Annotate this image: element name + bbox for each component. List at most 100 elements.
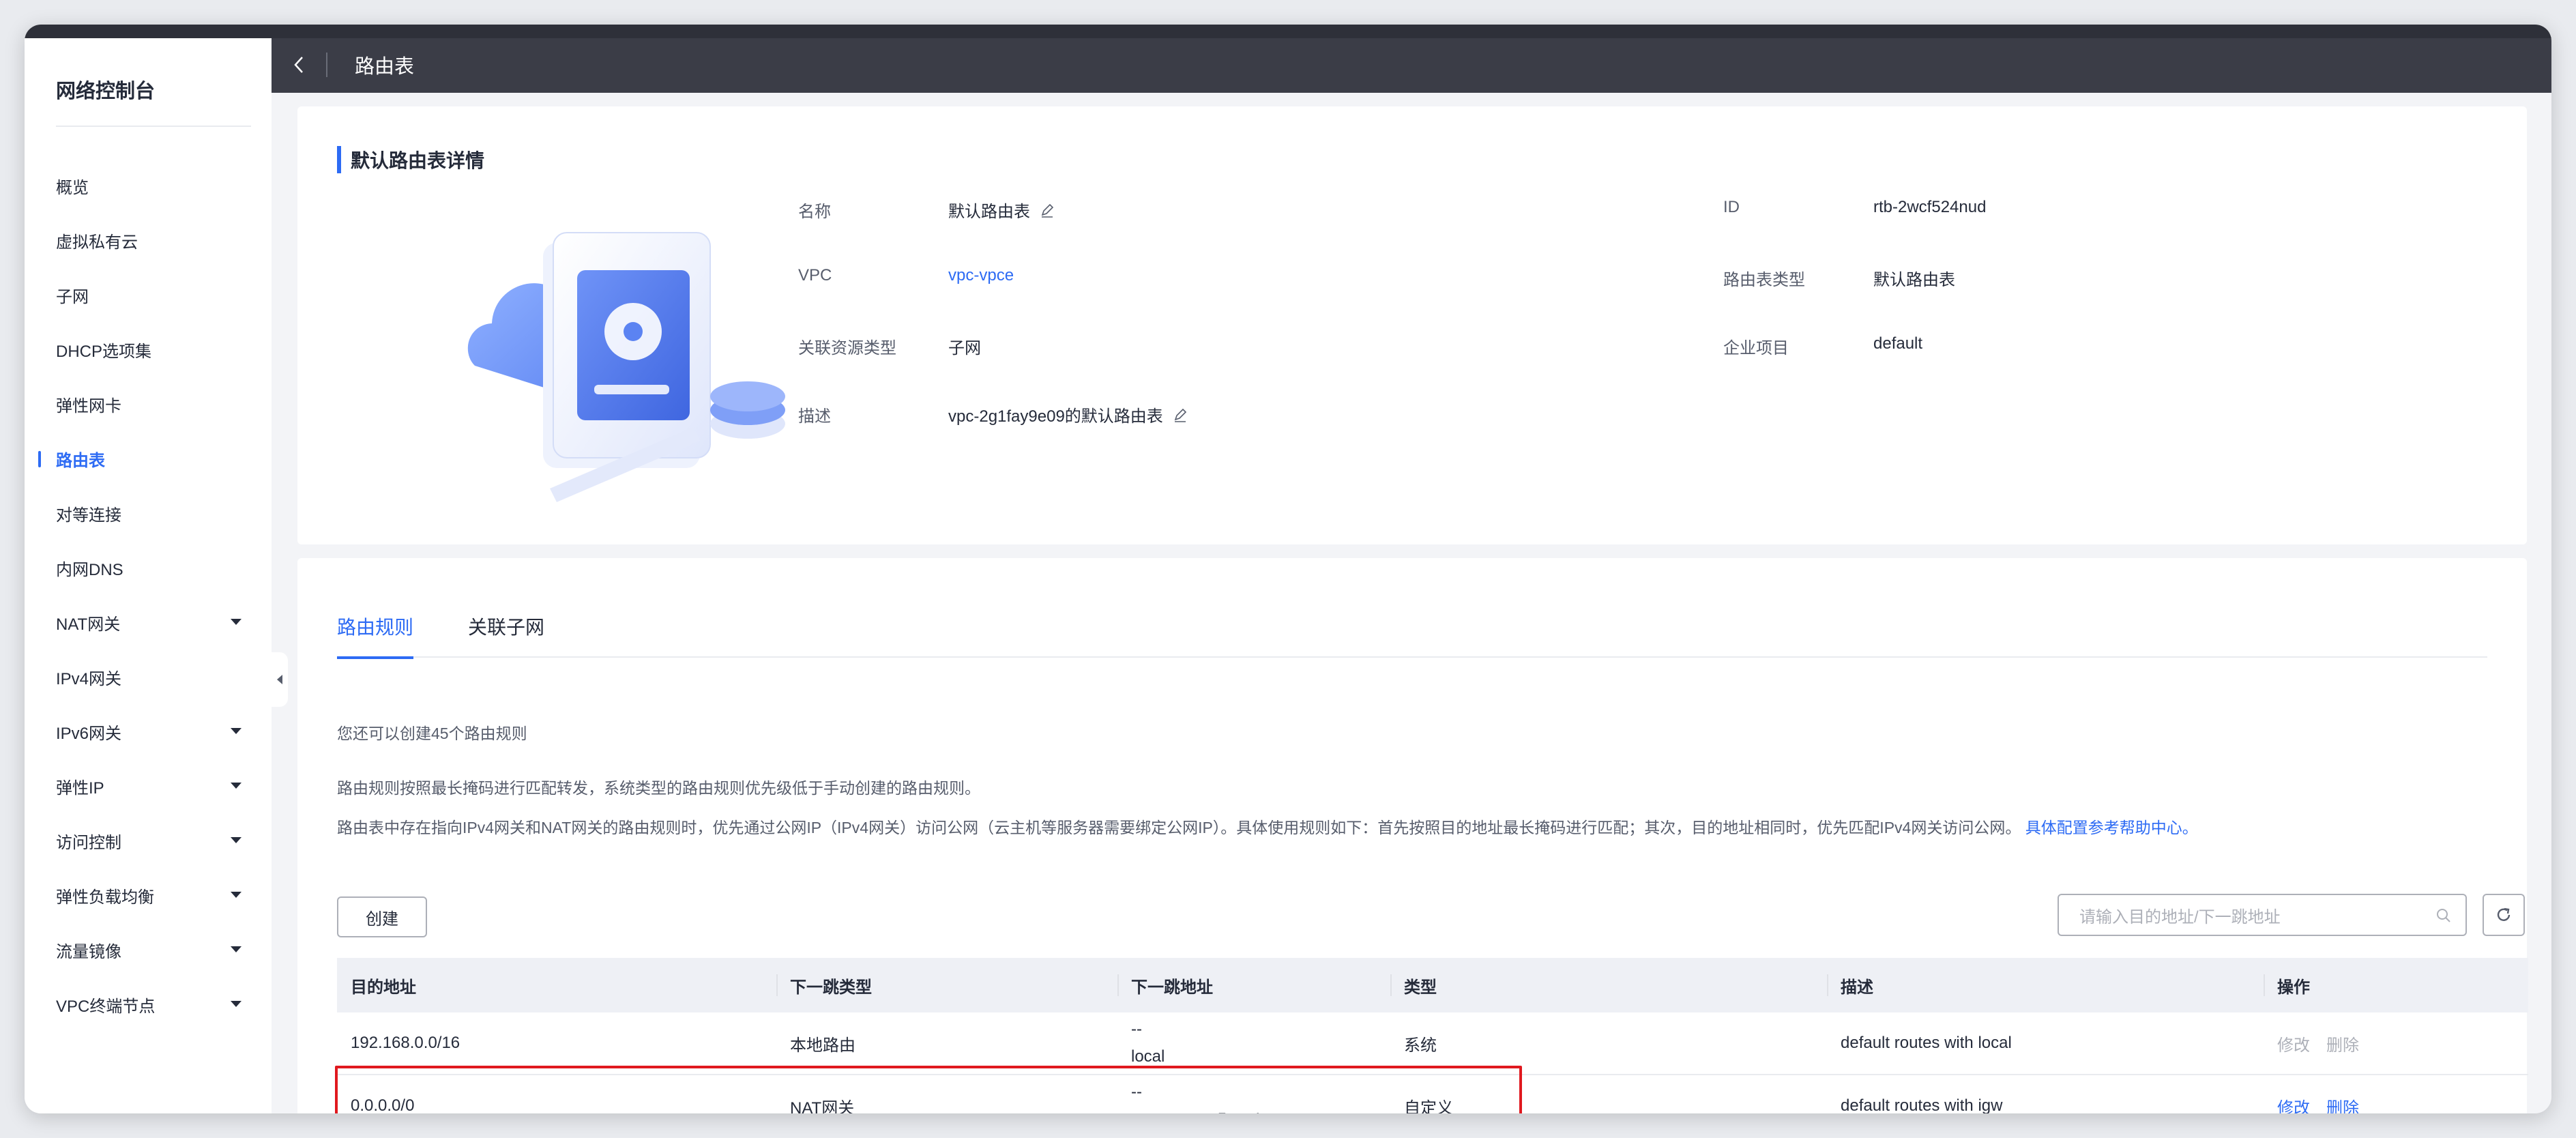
header-operations: 操作 bbox=[2264, 958, 2528, 1012]
enterprise-project-label: 企业项目 bbox=[1723, 339, 1789, 358]
header-next-hop-address: 下一跳地址 bbox=[1117, 958, 1390, 1012]
sidebar-title: 网络控制台 bbox=[56, 81, 156, 102]
topbar-separator bbox=[326, 53, 327, 77]
header-next-hop-type: 下一跳类型 bbox=[776, 958, 1117, 1012]
sidebar-item-8[interactable]: NAT网关 bbox=[25, 595, 272, 650]
route-table-illustration bbox=[467, 232, 785, 502]
help-center-link[interactable]: 具体配置参考帮助中心。 bbox=[2025, 819, 2198, 836]
sidebar-item-2[interactable]: 子网 bbox=[25, 267, 272, 322]
cell-next-hop-address: -- local bbox=[1117, 1012, 1390, 1074]
sidebar-item-label: IPv4网关 bbox=[56, 669, 122, 688]
id-value: rtb-2wcf524nud bbox=[1873, 198, 1987, 216]
caret-down-icon bbox=[231, 728, 241, 734]
route-table-details-card: 默认路由表详情 名称 默认路由表 ID rtb-2wcf524nud VPC v… bbox=[297, 106, 2527, 544]
resource-type-label: 关联资源类型 bbox=[798, 339, 896, 358]
rule-hint-2-text: 路由表中存在指向IPv4网关和NAT网关的路由规则时，优先通过公网IP（IPv4… bbox=[337, 819, 2021, 836]
cell-type: 系统 bbox=[1404, 1036, 1437, 1055]
tab-associated-subnets[interactable]: 关联子网 bbox=[468, 613, 544, 658]
page-title: 路由表 bbox=[355, 56, 415, 78]
vpc-label: VPC bbox=[798, 266, 832, 284]
name-text: 默认路由表 bbox=[948, 203, 1030, 221]
sidebar-item-0[interactable]: 概览 bbox=[25, 158, 272, 213]
rule-hint-2: 路由表中存在指向IPv4网关和NAT网关的路由规则时，优先通过公网IP（IPv4… bbox=[337, 815, 2198, 838]
name-value: 默认路由表 bbox=[948, 198, 1055, 222]
route-table-type-value: 默认路由表 bbox=[1873, 271, 1955, 289]
create-button[interactable]: 创建 bbox=[337, 896, 427, 937]
sidebar-item-label: 内网DNS bbox=[56, 560, 123, 579]
table-header: 目的地址 下一跳类型 下一跳地址 类型 描述 操作 bbox=[337, 958, 2528, 1012]
description-text: vpc-2g1fay9e09的默认路由表 bbox=[948, 407, 1163, 426]
sidebar-item-1[interactable]: 虚拟私有云 bbox=[25, 213, 272, 267]
edit-icon[interactable] bbox=[1040, 203, 1055, 218]
sidebar-item-label: 流量镜像 bbox=[56, 942, 121, 961]
sidebar-item-3[interactable]: DHCP选项集 bbox=[25, 322, 272, 377]
sidebar-item-label: NAT网关 bbox=[56, 615, 121, 634]
sidebar-item-13[interactable]: 弹性负载均衡 bbox=[25, 868, 272, 922]
sidebar-item-14[interactable]: 流量镜像 bbox=[25, 922, 272, 977]
edit-link[interactable]: 修改 bbox=[2277, 1094, 2310, 1114]
cell-description: default routes with local bbox=[1841, 1034, 2012, 1052]
search-input[interactable]: 请输入目的地址/下一跳地址 bbox=[2058, 894, 2467, 936]
vpc-value: vpc-vpce bbox=[948, 266, 1014, 285]
sidebar-nav: 概览虚拟私有云 子网 DHCP选项集弹性网卡路由表对等连接内网DNS NAT网关 IPv… bbox=[25, 158, 272, 1032]
refresh-button[interactable] bbox=[2483, 894, 2525, 936]
quota-hint: 您还可以创建45个路由规则 bbox=[337, 725, 527, 742]
sidebar-item-10[interactable]: IPv6网关 bbox=[25, 704, 272, 759]
sidebar: 网络控制台 概览虚拟私有云 子网 DHCP选项集弹性网卡路由表对等连接内网DNS NA… bbox=[25, 37, 272, 1113]
sidebar-item-label: VPC终端节点 bbox=[56, 997, 156, 1016]
search-placeholder: 请输入目的地址/下一跳地址 bbox=[2079, 907, 2281, 927]
cell-description: default routes with igw bbox=[1841, 1096, 2003, 1113]
description-value: vpc-2g1fay9e09的默认路由表 bbox=[948, 403, 1188, 426]
next-hop-address-top: -- bbox=[1131, 1020, 1142, 1038]
enterprise-project-value: default bbox=[1873, 334, 1923, 353]
description-label: 描述 bbox=[798, 407, 831, 426]
delete-link[interactable]: 删除 bbox=[2326, 1094, 2359, 1114]
chevron-left-icon bbox=[294, 57, 303, 73]
name-label: 名称 bbox=[798, 203, 831, 221]
refresh-icon bbox=[2497, 907, 2511, 921]
sidebar-item-11[interactable]: 弹性IP bbox=[25, 759, 272, 813]
sidebar-item-label: 弹性网卡 bbox=[56, 396, 121, 415]
sidebar-item-label: 对等连接 bbox=[56, 506, 121, 525]
route-table-type-label: 路由表类型 bbox=[1723, 271, 1805, 289]
vpc-link[interactable]: vpc-vpce bbox=[948, 266, 1014, 285]
tab-route-rules[interactable]: 路由规则 bbox=[337, 613, 414, 659]
sidebar-item-label: IPv6网关 bbox=[56, 724, 122, 743]
cell-operations: 修改 删除 bbox=[2264, 1075, 2528, 1114]
tab-bar: 路由规则 关联子网 bbox=[337, 613, 2487, 659]
search-icon[interactable] bbox=[2435, 907, 2452, 924]
caret-down-icon bbox=[231, 619, 241, 625]
sidebar-item-9[interactable]: IPv4网关 bbox=[25, 650, 272, 704]
resource-type-value: 子网 bbox=[948, 339, 981, 358]
edit-link[interactable]: 修改 bbox=[2277, 1032, 2310, 1055]
sidebar-item-5[interactable]: 路由表 bbox=[25, 431, 272, 486]
caret-down-icon bbox=[231, 946, 241, 952]
cell-destination: 192.168.0.0/16 bbox=[351, 1034, 460, 1052]
rule-hint-1: 路由规则按照最长掩码进行匹配转发，系统类型的路由规则优先级低于手动创建的路由规则… bbox=[337, 779, 980, 797]
caret-down-icon bbox=[231, 783, 241, 789]
sidebar-item-label: 路由表 bbox=[56, 451, 105, 470]
header-destination: 目的地址 bbox=[351, 978, 416, 997]
highlight-box bbox=[335, 1066, 1522, 1113]
header-type: 类型 bbox=[1390, 958, 1827, 1012]
sidebar-item-label: 概览 bbox=[56, 178, 89, 197]
sidebar-item-4[interactable]: 弹性网卡 bbox=[25, 377, 272, 431]
caret-down-icon bbox=[231, 892, 241, 898]
caret-down-icon bbox=[231, 1001, 241, 1007]
caret-down-icon bbox=[231, 837, 241, 843]
back-button[interactable] bbox=[272, 37, 326, 93]
sidebar-item-7[interactable]: 内网DNS bbox=[25, 540, 272, 595]
id-label: ID bbox=[1723, 198, 1740, 216]
sidebar-item-label: 弹性负载均衡 bbox=[56, 888, 154, 907]
edit-icon[interactable] bbox=[1173, 407, 1188, 422]
sidebar-item-label: 访问控制 bbox=[56, 833, 121, 852]
sidebar-item-12[interactable]: 访问控制 bbox=[25, 813, 272, 868]
sidebar-collapse-button[interactable] bbox=[272, 652, 288, 707]
header-description: 描述 bbox=[1827, 958, 2264, 1012]
cell-operations: 修改 删除 bbox=[2264, 1012, 2528, 1074]
topbar: 路由表 bbox=[272, 37, 2551, 93]
sidebar-item-6[interactable]: 对等连接 bbox=[25, 486, 272, 540]
delete-link[interactable]: 删除 bbox=[2326, 1032, 2359, 1055]
route-rules-card: 路由规则 关联子网 您还可以创建45个路由规则 路由规则按照最长掩码进行匹配转发… bbox=[297, 558, 2528, 1114]
sidebar-item-15[interactable]: VPC终端节点 bbox=[25, 977, 272, 1032]
